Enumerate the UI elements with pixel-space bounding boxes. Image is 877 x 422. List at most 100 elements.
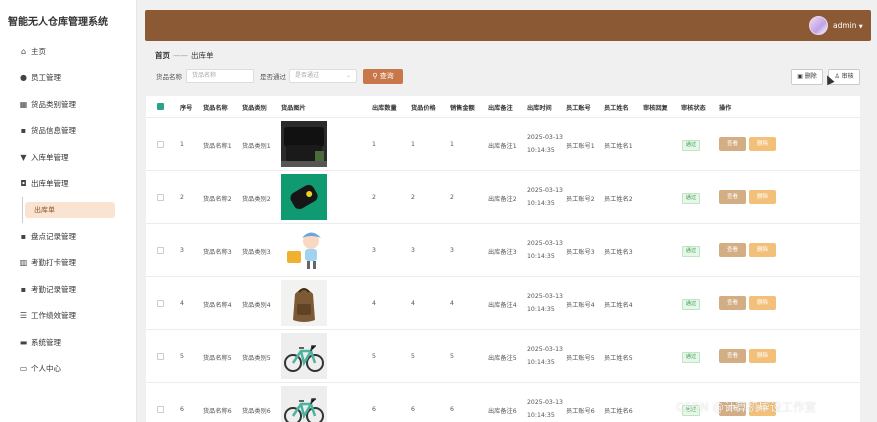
cell-staff-name: 员工姓名2 [604,196,633,203]
breadcrumb-home[interactable]: 首页 [155,51,170,60]
cell-staff-name: 员工姓名3 [604,249,633,256]
sidebar-item-label: 考勤记录管理 [31,284,76,294]
column-header: 货品价格 [411,105,436,112]
category-icon: ▦ [19,99,28,109]
sidebar-item-label: 主页 [31,46,46,56]
name-search-input[interactable]: 货品名称 [186,69,254,83]
sidebar-item-system[interactable]: ▬ 系统管理 [0,329,137,356]
cell-staff-account: 员工账号2 [566,196,595,203]
column-header: 货品类别 [242,105,267,112]
cell-goods-name: 货品名称2 [203,196,232,203]
sidebar-subitem-outbound[interactable]: 出库单 [25,202,115,218]
cell-price: 1 [411,141,415,148]
black-bags-photo [281,121,327,167]
row-checkbox[interactable] [157,300,164,307]
column-header: 员工账号 [566,105,591,112]
pass-select[interactable]: 是否通过 ⌄ [289,69,357,83]
column-header: 出库数量 [372,105,397,112]
cell-quantity: 4 [372,300,376,307]
column-header: 审核状态 [681,105,706,112]
view-button[interactable]: 查看 [719,137,746,151]
row-checkbox[interactable] [157,406,164,413]
cell-no: 6 [180,406,184,413]
status-badge: 通过 [682,140,700,151]
sidebar-item-label: 考勤打卡管理 [31,258,76,268]
sidebar: 智能无人仓库管理系统 ⌂ 主页 ● 员工管理 ▦ 货品类别管理 ▪ 货品信息管理 ▼ 入库… [0,0,137,422]
row-delete-button[interactable]: 删除 [749,190,776,204]
cell-goods-name: 货品名称4 [203,302,232,309]
cell-time: 10:14:35 [527,200,555,207]
sidebar-item-goods-info[interactable]: ▪ 货品信息管理 [0,118,137,145]
row-delete-button[interactable]: 删除 [749,296,776,310]
delete-button[interactable]: ▣ 删除 [791,69,823,85]
column-header: 审核回复 [643,105,668,112]
cell-amount: 6 [450,406,454,413]
cell-staff-account: 员工账号5 [566,355,595,362]
select-all-checkbox[interactable] [157,103,164,110]
query-button[interactable]: ⚲ 查询 [363,69,403,84]
view-button[interactable]: 查看 [719,296,746,310]
sidebar-item-outbound[interactable]: ◘ 出库单管理 [0,171,137,198]
cell-no: 2 [180,194,184,201]
cell-goods-category: 货品类别4 [242,302,271,309]
view-button[interactable]: 查看 [719,190,746,204]
cell-time: 10:14:35 [527,147,555,154]
user-menu[interactable]: admin ▼ [833,21,863,30]
sidebar-item-label: 出库单管理 [31,179,69,189]
column-header: 员工姓名 [604,105,629,112]
status-badge: 通过 [682,193,700,204]
sidebar-item-staff[interactable]: ● 员工管理 [0,65,137,92]
sidebar-item-inventory[interactable]: ▪ 盘点记录管理 [0,223,137,250]
row-checkbox[interactable] [157,141,164,148]
sidebar-item-inbound[interactable]: ▼ 入库单管理 [0,144,137,171]
window-icon: ▭ [19,364,28,374]
row-checkbox[interactable] [157,194,164,201]
cell-goods-category: 货品类别6 [242,408,271,415]
sidebar-item-attendance-record[interactable]: ▪ 考勤记录管理 [0,276,137,303]
cell-remark: 出库备注5 [488,355,517,362]
top-header: admin ▼ [145,10,871,41]
cell-price: 3 [411,247,415,254]
sidebar-item-home[interactable]: ⌂ 主页 [0,38,137,65]
grid-icon: ▪ [20,126,27,136]
view-button[interactable]: 查看 [719,243,746,257]
row-checkbox[interactable] [157,247,164,254]
row-delete-button[interactable]: 删除 [749,137,776,151]
sidebar-item-goods-category[interactable]: ▦ 货品类别管理 [0,91,137,118]
row-delete-button[interactable]: 删除 [749,349,776,363]
stamp-icon: ♙ [834,73,840,80]
outbound-table: 序号 货品名称 货品类别 货品图片 出库数量 货品价格 销售金额 出库备注 出库… [146,96,860,422]
row-checkbox[interactable] [157,353,164,360]
app-root: 智能无人仓库管理系统 ⌂ 主页 ● 员工管理 ▦ 货品类别管理 ▪ 货品信息管理 ▼ 入库… [0,0,877,422]
sidebar-menu: ⌂ 主页 ● 员工管理 ▦ 货品类别管理 ▪ 货品信息管理 ▼ 入库单管理 ◘ 出库单管理 … [0,38,137,382]
sidebar-item-label: 盘点记录管理 [31,231,76,241]
grid-icon: ▪ [20,231,27,241]
bag-icon: ◘ [20,179,27,189]
bicycle-photo [281,386,327,422]
row-delete-button[interactable]: 删除 [749,243,776,257]
submenu-line [22,197,23,223]
avatar[interactable] [809,16,828,35]
user-icon: ● [20,73,27,83]
sidebar-item-label: 系统管理 [31,337,61,347]
query-button-label: 查询 [379,72,394,80]
cell-staff-account: 员工账号4 [566,302,595,309]
cell-remark: 出库备注3 [488,249,517,256]
cell-date: 2025-03-13 [527,240,563,247]
sidebar-item-profile[interactable]: ▭ 个人中心 [0,356,137,383]
goods-image [281,333,327,379]
column-header: 序号 [180,105,193,112]
cell-staff-name: 员工姓名4 [604,302,633,309]
table-row: 3 货品名称3 货品类别3 3 3 3 出库备注3 2025-03-13 10:14:35 员工账… [146,223,860,276]
cell-goods-category: 货品类别3 [242,249,271,256]
sidebar-item-attendance-clock[interactable]: ▥ 考勤打卡管理 [0,250,137,277]
view-button[interactable]: 查看 [719,349,746,363]
cell-quantity: 1 [372,141,376,148]
delete-button-label: 删除 [804,73,817,80]
sidebar-item-performance[interactable]: ☰ 工作绩效管理 [0,303,137,330]
cell-time: 10:14:35 [527,253,555,260]
table-row: 2 货品名称2 货品类别2 2 2 2 出库备注2 2025-03-13 10:14:35 员工账… [146,170,860,223]
breadcrumb: 首页 —— 出库单 [155,50,214,61]
cell-amount: 3 [450,247,454,254]
goods-image [281,386,327,422]
